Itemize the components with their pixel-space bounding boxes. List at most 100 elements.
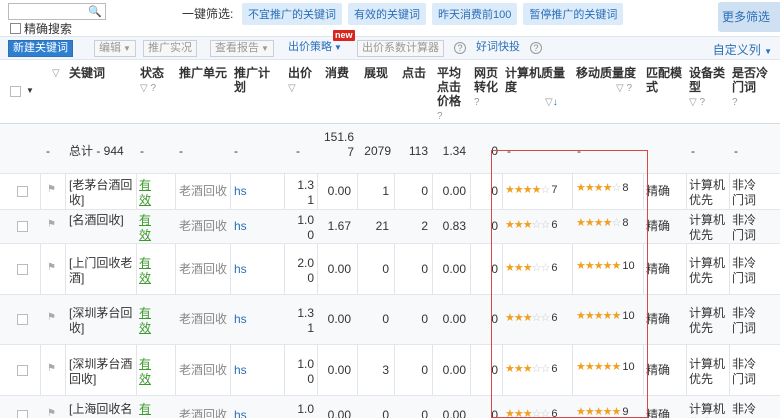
keyword-text[interactable]: [上海回收名	[69, 402, 135, 417]
header-mobile-quality[interactable]: 移动质量度 ▽ ?	[576, 66, 642, 96]
total-row: - 总计 - 944 - - - - 151.67 2079 113 1.34 …	[0, 124, 780, 174]
filter-icon[interactable]: ▽ ?	[140, 83, 156, 94]
flag-icon[interactable]: ⚑	[47, 219, 56, 230]
plan-link[interactable]: hs	[234, 184, 247, 199]
table-row[interactable]: ⚑ [深圳茅台回收] 有效 老酒回收 hs 1.31 0.00 0 0 0.00 0 ★★★☆☆ 6 ★★…	[0, 295, 780, 345]
filter-icon[interactable]: ▽	[52, 68, 60, 79]
header-status[interactable]: 状态 ▽ ?	[140, 66, 172, 96]
filter-icon[interactable]: ▽	[545, 97, 553, 108]
exact-search-checkbox[interactable]: 精确搜索	[10, 20, 72, 37]
unit-text: 老酒回收	[179, 262, 228, 276]
total-dash: -	[46, 144, 50, 158]
row-checkbox[interactable]	[17, 221, 28, 232]
header-bid[interactable]: 出价 ▽	[288, 66, 316, 96]
plan-link[interactable]: hs	[234, 262, 247, 277]
status-link[interactable]: 有效	[139, 178, 153, 208]
bid-strategy-dropdown[interactable]: 出价策略 ▼	[284, 40, 346, 57]
quick-tag-paused[interactable]: 暂停推广的关键词	[523, 3, 624, 25]
flag-icon[interactable]: ⚑	[47, 312, 56, 323]
help-icon[interactable]: ?	[732, 97, 738, 108]
keyword-text[interactable]: [上门回收老酒]	[69, 256, 135, 286]
row-checkbox[interactable]	[17, 410, 28, 418]
header-keyword[interactable]: 关键词	[69, 66, 105, 80]
header-cost[interactable]: 消费	[325, 66, 349, 80]
bid-calculator-button[interactable]: 出价系数计算器	[357, 40, 444, 57]
table-row[interactable]: ⚑ [上门回收老酒] 有效 老酒回收 hs 2.00 0.00 0 0 0.00 0 ★★★☆☆ 6 ★★…	[0, 244, 780, 295]
keyword-tips-link[interactable]: 好词快投	[472, 40, 524, 57]
filter-icon[interactable]: ▽ ?	[689, 97, 705, 108]
keyword-text[interactable]: [深圳茅台酒回收]	[69, 357, 135, 387]
quick-tag-valid[interactable]: 有效的关键词	[348, 3, 426, 25]
search-input[interactable]: 🔍	[8, 3, 106, 20]
flag-icon[interactable]: ⚑	[47, 184, 56, 195]
plan-link[interactable]: hs	[234, 312, 247, 327]
plan-link[interactable]: hs	[234, 408, 247, 418]
mobile-quality-score: 8	[622, 217, 629, 229]
bid-value[interactable]: 1.00	[296, 213, 314, 243]
row-checkbox[interactable]	[17, 186, 28, 197]
new-keyword-button[interactable]: 新建关键词	[8, 40, 73, 57]
sort-down-icon[interactable]: ↓	[553, 97, 558, 108]
bid-value[interactable]: 2.00	[296, 256, 314, 286]
plan-link[interactable]: hs	[234, 363, 247, 378]
filter-icon[interactable]: ▽ ?	[616, 83, 632, 94]
help-icon[interactable]: ?	[437, 111, 443, 122]
select-all-checkbox[interactable]	[10, 86, 21, 97]
status-link[interactable]: 有效	[139, 213, 153, 243]
header-conversion[interactable]: 网页转化?	[474, 66, 502, 110]
header-pc-quality[interactable]: 计算机质量度 ▽↓	[505, 66, 571, 110]
plan-link[interactable]: hs	[234, 219, 247, 234]
header-impressions[interactable]: 展现	[364, 66, 388, 80]
help-icon[interactable]: ?	[454, 42, 466, 54]
header-device[interactable]: 设备类型 ▽ ?	[689, 66, 729, 110]
total-dash: -	[234, 144, 238, 158]
header-unit[interactable]: 推广单元	[179, 66, 227, 80]
keyword-text[interactable]: [深圳茅台回收]	[69, 306, 135, 336]
flag-icon[interactable]: ⚑	[47, 363, 56, 374]
status-link[interactable]: 有效	[139, 402, 153, 418]
promo-preview-button[interactable]: 推广实况	[143, 40, 197, 57]
status-link[interactable]: 有效	[139, 357, 153, 387]
status-link[interactable]: 有效	[139, 256, 153, 286]
header-plan[interactable]: 推广计划	[234, 66, 280, 94]
quick-tag-top100[interactable]: 昨天消费前100	[432, 3, 518, 25]
bid-value[interactable]: 1.31	[296, 306, 314, 336]
report-dropdown[interactable]: 查看报告 ▼	[210, 40, 274, 57]
row-checkbox[interactable]	[17, 314, 28, 325]
table-row[interactable]: ⚑ [名酒回收] 有效 老酒回收 hs 1.00 1.67 21 2 0.83 0 ★★★☆☆ 6 ★★★…	[0, 210, 780, 244]
search-icon[interactable]: 🔍	[88, 5, 102, 18]
row-checkbox[interactable]	[17, 264, 28, 275]
avg-cpc-value: 0.83	[442, 219, 466, 233]
table-row[interactable]: ⚑ [深圳茅台酒回收] 有效 老酒回收 hs 1.00 0.00 3 0 0.00 0 ★★★☆☆ 6 ★…	[0, 345, 780, 396]
help-icon[interactable]: ?	[474, 97, 480, 108]
cold-word-text: 非冷门词	[732, 357, 757, 386]
keyword-text[interactable]: [名酒回收]	[69, 213, 135, 228]
table-row[interactable]: ⚑ [老茅台酒回收] 有效 老酒回收 hs 1.31 0.00 1 0 0.00 0 ★★★★☆ 7 ★★…	[0, 174, 780, 210]
edit-dropdown[interactable]: 编辑 ▼	[94, 40, 136, 57]
bid-value[interactable]: 1.00	[296, 357, 314, 387]
chevron-down-icon[interactable]: ▼	[26, 86, 34, 95]
star-full-icon: ★	[513, 262, 524, 274]
status-link[interactable]: 有效	[139, 306, 153, 336]
row-checkbox[interactable]	[17, 365, 28, 376]
quick-tag-unsuitable[interactable]: 不宜推广的关键词	[242, 3, 342, 25]
flag-icon[interactable]: ⚑	[47, 262, 56, 273]
filter-icon[interactable]: ▽	[288, 83, 296, 94]
header-avg-cpc[interactable]: 平均点击价格 ?	[437, 66, 469, 124]
chevron-down-icon: ▼	[764, 47, 772, 56]
custom-columns-dropdown[interactable]: 自定义列 ▼	[713, 41, 772, 58]
table-row[interactable]: ⚑[上海回收名有效老酒回收hs1.000.00000.000★★★☆☆6★★★★…	[0, 396, 780, 418]
help-icon[interactable]: ?	[530, 42, 542, 54]
bid-value[interactable]: 1.31	[296, 178, 314, 208]
bid-value[interactable]: 1.00	[296, 402, 314, 418]
flag-icon[interactable]: ⚑	[47, 408, 56, 418]
clicks-value: 0	[421, 312, 428, 326]
star-full-icon: ★	[576, 310, 586, 322]
header-match-mode[interactable]: 匹配模式	[646, 66, 686, 94]
header-clicks[interactable]: 点击	[402, 66, 426, 80]
more-filter-button[interactable]: 更多筛选	[718, 2, 780, 32]
keyword-text[interactable]: [老茅台酒回收]	[69, 178, 135, 208]
impressions-value: 0	[382, 262, 389, 276]
exact-search-box[interactable]	[10, 23, 21, 34]
header-cold-word[interactable]: 是否冷门词?	[732, 66, 778, 110]
